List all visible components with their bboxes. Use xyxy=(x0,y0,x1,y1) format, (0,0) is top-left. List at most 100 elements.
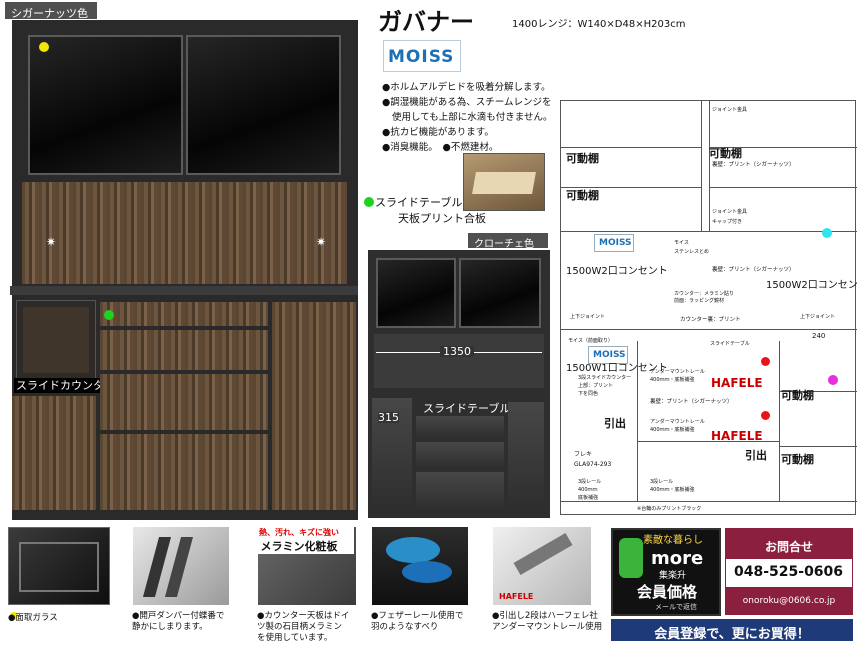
photo-glass xyxy=(8,527,110,605)
diagram-footnote: ※台輪のみプリントブラック xyxy=(637,506,702,512)
drawer-2 xyxy=(100,330,268,370)
dim-315: 315 xyxy=(378,411,399,424)
marker-red-2 xyxy=(761,411,770,420)
small-note-29: 下を同色 xyxy=(578,391,599,397)
small-note-22: GLA974-293 xyxy=(574,461,612,468)
slide-table-label: スライドテーブル xyxy=(375,196,463,209)
register-banner[interactable]: 会員登録で、更にお買得！ xyxy=(611,619,853,642)
small-note-26: 3段レール xyxy=(650,479,674,485)
feature-1: ●ホルムアルデヒドを吸着分解します。 xyxy=(382,82,551,93)
caption-melamine: ●カウンター天板はドイ ツ製の石目柄メラミン を使用しています。 xyxy=(257,611,350,643)
kadoudana-4: 可動棚 xyxy=(781,389,814,402)
small-note-6: ステンレスとめ xyxy=(674,249,710,255)
product-title: ガバナー xyxy=(378,8,474,36)
dim-240-a: 240 xyxy=(812,332,826,340)
shop-green-mark xyxy=(619,538,643,578)
hafele-photo-logo: HAFELE xyxy=(499,592,534,601)
concent-left: 1500W2口コンセント xyxy=(566,266,668,277)
upper-back-panel xyxy=(22,182,347,284)
hikidashi-2: 引出 xyxy=(745,449,767,462)
marker-cyan xyxy=(822,228,832,238)
photo-feather-rail xyxy=(372,527,468,605)
small-note-1: ジョイント金具 xyxy=(712,107,748,113)
concent-right: 1500W2口コンセント xyxy=(766,280,860,291)
diagram-moiss-logo-2: MOISS xyxy=(588,346,628,364)
counter-top xyxy=(10,286,358,295)
contact-title-bar: お問合せ xyxy=(726,529,852,559)
small-note-25: 底板補強 xyxy=(578,495,599,501)
small-note-3: ジョイント金具 xyxy=(712,209,748,215)
small-note-11: カウンター裏：プリント xyxy=(680,317,741,323)
small-note-17: 400ｍｍ・底板補強 xyxy=(650,377,695,383)
shop-logo: more xyxy=(651,548,704,569)
small-note-19: アンダーマウントレール xyxy=(650,419,705,425)
tenban-label: 天板プリント合板 xyxy=(398,212,486,225)
kadoudana-2: 可動棚 xyxy=(709,147,742,160)
shop-badge[interactable]: 素敵な暮らし more 集楽升 会員価格 メールで返信 xyxy=(611,528,721,616)
alt-drawer-1 xyxy=(416,416,504,438)
contact-email-bar[interactable]: onoroku@0606.co.jp xyxy=(726,587,852,615)
small-note-12: 上下ジョイント xyxy=(800,314,836,320)
alt-glass-right xyxy=(459,258,541,328)
marker-red-1 xyxy=(761,357,770,366)
marker-green-2 xyxy=(104,310,114,320)
color-tag-alt: クローチェ色 xyxy=(468,233,548,250)
outlet-left-icon: ✷ xyxy=(46,235,57,249)
product-page: シガーナッツ色 ガバナー 1400レンジ：W140×D48×H203cm MOI… xyxy=(0,0,860,645)
small-note-21: フレキ xyxy=(574,451,593,458)
drawer-top xyxy=(100,302,268,326)
small-note-9: 前面：ラッピング鏡材 xyxy=(674,298,725,304)
diagram-moiss-text-2: MOISS xyxy=(593,350,626,360)
melamine-tag-line1: 熱、汚れ、キズに強い xyxy=(258,528,340,537)
color-tag-main: シガーナッツ色 xyxy=(5,2,97,20)
small-note-28: 上部：プリント xyxy=(578,383,614,389)
feature-2: ●調湿機能がある為、スチームレンジを xyxy=(382,97,552,108)
moiss-logo: MOISS xyxy=(383,40,461,72)
contact-email: onoroku@0606.co.jp xyxy=(742,596,836,606)
moiss-logo-text: MOISS xyxy=(388,47,455,67)
small-note-2: 裏壁：プリント（シガーナッツ） xyxy=(712,162,795,168)
small-note-23: 3段レール xyxy=(578,479,602,485)
color-tag-alt-label: クローチェ色 xyxy=(474,239,534,250)
small-note-8: カウンター：メラミン貼り xyxy=(674,291,735,297)
alt-back-panel xyxy=(374,334,544,388)
contact-title: お問合せ xyxy=(764,540,813,554)
small-note-5: モイス xyxy=(674,240,689,246)
small-note-15: 3段スライドカウンター xyxy=(578,375,632,381)
small-note-14: スライドテーブル xyxy=(710,341,750,347)
alt-drawer-3 xyxy=(416,472,504,510)
glass-door-left xyxy=(28,35,183,175)
product-spec: 1400レンジ：W140×D48×H203cm xyxy=(512,19,686,30)
melamine-tag: 熱、汚れ、キズに強い メラミン化粧板 xyxy=(244,526,354,554)
small-note-13: モイス（前面取り） xyxy=(568,338,613,344)
small-note-24: 400ｍｍ xyxy=(578,487,598,493)
shop-member-price: 会員価格 xyxy=(637,583,698,601)
caption-hafele: ●引出し2段はハーフェレ社 アンダーマウントレール使用 xyxy=(492,611,603,632)
register-banner-text: 会員登録で、更にお買得！ xyxy=(654,627,810,642)
alt-glass-left xyxy=(376,258,456,328)
slide-table-photo xyxy=(463,153,545,211)
diagram-moiss-logo: MOISS xyxy=(594,234,634,252)
lower-open-niche xyxy=(16,300,96,380)
kadoudana-1: 可動棚 xyxy=(566,152,599,165)
contact-phone[interactable]: 048-525-0606 xyxy=(734,565,843,579)
hafele-logo-1: HAFELE xyxy=(711,376,763,390)
shop-banner-top: 素敵な暮らし xyxy=(643,535,703,546)
small-note-18: 裏壁：プリント（シガーナッツ） xyxy=(650,399,733,405)
caption-glass: ●面取ガラス xyxy=(8,613,58,623)
photo-hafele-rail: HAFELE xyxy=(493,527,591,605)
kadoudana-5: 可動棚 xyxy=(781,453,814,466)
melamine-tag-line2: メラミン化粧板 xyxy=(260,540,338,553)
feature-list: ●ホルムアルデヒドを吸着分解します。 ●調湿機能がある為、スチームレンジを 使用… xyxy=(382,80,557,155)
drawer-4 xyxy=(100,434,268,510)
small-note-20: 400ｍｍ・底板補強 xyxy=(650,427,695,433)
marker-magenta xyxy=(828,375,838,385)
shop-logo-sub: 集楽升 xyxy=(659,571,687,581)
lower-left-door xyxy=(12,396,96,510)
feature-3: 使用しても上部に水滴も付きません。 xyxy=(392,112,553,123)
alt-right-door xyxy=(508,402,544,510)
alt-drawer-2 xyxy=(416,442,504,468)
outlet-right-icon: ✷ xyxy=(316,235,327,249)
feature-4: ●抗カビ機能があります。 xyxy=(382,127,494,138)
marker-yellow xyxy=(39,42,49,52)
